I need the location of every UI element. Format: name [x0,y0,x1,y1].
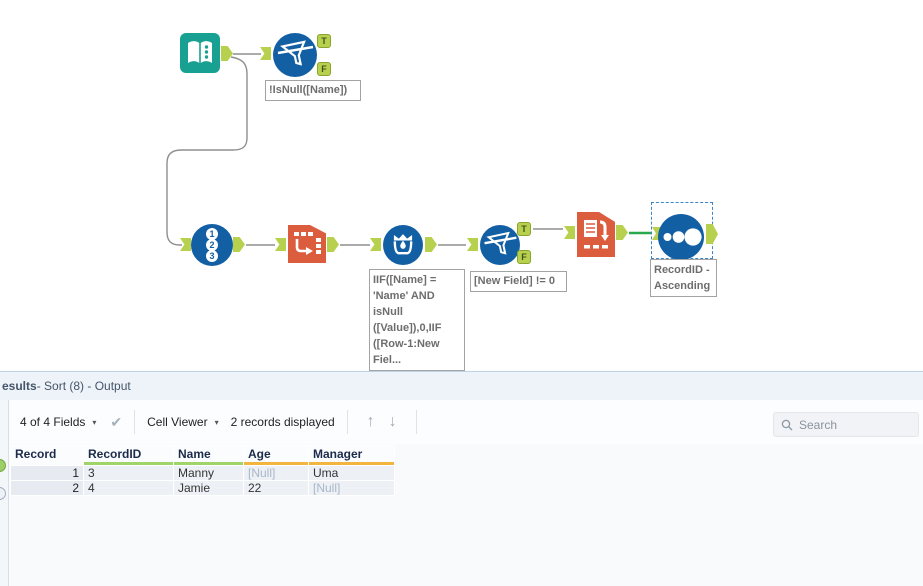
results-panel: esults - Sort (8) - Output 4 of 4 Fields… [0,371,923,586]
data-cell[interactable]: [Null] [309,481,394,495]
filter-icon [277,40,314,66]
next-record-button[interactable]: ↓ [389,413,397,431]
filter-tool-2[interactable] [480,225,520,265]
results-panel-header: esults - Sort (8) - Output [0,372,923,400]
transpose-icon [294,232,321,255]
fields-dropdown[interactable]: 4 of 4 Fields ▾ [20,415,96,429]
formula-annotation: IIF([Name] = 'Name' AND isNull ([Value])… [369,269,465,371]
filter-icon [484,231,517,255]
results-left-rail [0,400,9,586]
alteryx-window: T F !IsNull([Name]) 1 2 3 IIF([Name] = '… [0,0,923,586]
record-id-icon: 1 2 3 [206,228,218,262]
column-header-name[interactable]: Name [174,446,243,465]
results-table: Record RecordID Name Age Manager 1 3 Manny [Nul… [10,445,395,496]
cell-viewer-label: Cell Viewer [147,415,208,429]
formula-icon [393,234,413,255]
toolbar-divider [134,410,136,434]
chevron-down-icon: ▾ [214,417,219,427]
rail-input-dot-icon[interactable] [0,487,6,500]
sort-icon [584,220,609,249]
data-cell[interactable]: [Null] [244,466,308,480]
transpose-tool[interactable] [288,225,326,263]
browse-icon [663,228,702,246]
row-number-cell[interactable]: 2 [11,481,83,495]
filter2-false-anchor[interactable]: F [517,250,531,264]
data-cell[interactable]: Jamie [174,481,243,495]
records-displayed-text: 2 records displayed [230,415,335,429]
column-header-recordid[interactable]: RecordID [84,446,173,465]
filter2-true-anchor[interactable]: T [517,222,531,236]
filter1-annotation: !IsNull([Name]) [265,80,361,101]
table-row[interactable]: 1 3 Manny [Null] Uma [11,466,394,480]
search-icon [781,419,793,430]
fields-dropdown-label: 4 of 4 Fields [20,415,86,429]
results-title-context: - Sort (8) - Output [36,379,131,393]
toolbar-divider [415,410,417,434]
previous-record-button[interactable]: ↑ [367,413,375,431]
search-box[interactable] [773,412,919,437]
data-cell[interactable]: Manny [174,466,243,480]
cell-viewer-dropdown[interactable]: Cell Viewer ▾ [147,415,218,429]
column-header-manager[interactable]: Manager [309,446,394,465]
filter2-annotation: [New Field] != 0 [470,271,567,292]
column-header-record[interactable]: Record [11,446,83,465]
connection-input-to-recordid[interactable] [166,56,248,246]
filter-tool-1[interactable] [273,33,317,77]
row-number-cell[interactable]: 1 [11,466,83,480]
browse-annotation: RecordID - Ascending [650,259,717,297]
apply-check-icon[interactable]: ✔ [110,414,122,431]
data-cell[interactable]: Uma [309,466,394,480]
input-data-tool[interactable] [180,33,220,73]
sort-tool[interactable] [577,212,615,257]
browse-tool[interactable] [658,214,704,260]
column-header-age[interactable]: Age [244,446,308,465]
results-table-header-row: Record RecordID Name Age Manager [11,446,394,465]
search-input[interactable] [799,417,909,432]
workflow-canvas[interactable]: T F !IsNull([Name]) 1 2 3 IIF([Name] = '… [0,0,923,371]
filter1-true-anchor[interactable]: T [317,34,331,48]
chevron-down-icon: ▾ [92,417,97,427]
data-cell[interactable]: 4 [84,481,173,495]
book-icon [188,41,212,63]
results-toolbar: 4 of 4 Fields ▾ ✔ Cell Viewer ▾ 2 record… [10,400,923,444]
table-row[interactable]: 2 4 Jamie 22 [Null] [11,481,394,495]
results-grid-area: Record RecordID Name Age Manager 1 3 Manny [Nul… [10,445,923,586]
data-cell[interactable]: 22 [244,481,308,495]
results-title: esults [2,379,37,393]
data-cell[interactable]: 3 [84,466,173,480]
formula-tool[interactable] [383,225,423,265]
rail-output-dot-icon[interactable] [0,459,6,472]
filter1-false-anchor[interactable]: F [317,62,331,76]
toolbar-divider [346,410,348,434]
record-id-tool[interactable]: 1 2 3 [191,224,233,266]
